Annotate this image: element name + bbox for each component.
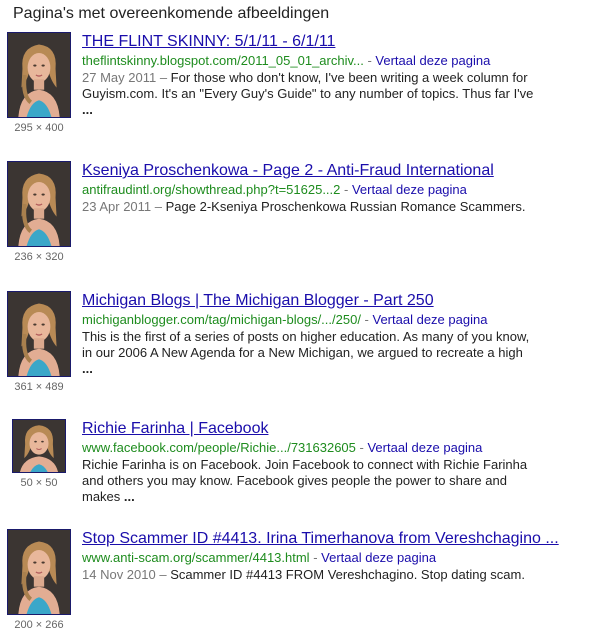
result-date: 14 Nov 2010 <box>82 567 156 582</box>
result-snippet: Richie Farinha is on Facebook. Join Face… <box>82 457 537 505</box>
ellipsis: ... <box>120 489 135 504</box>
thumbnail-image[interactable] <box>12 419 66 473</box>
translate-link[interactable]: Vertaal deze pagina <box>352 182 467 197</box>
result-title-link[interactable]: Stop Scammer ID #4413. Irina Timerhanova… <box>82 529 592 548</box>
result-snippet: 23 Apr 2011 – Page 2-Kseniya Proschenkow… <box>82 199 537 215</box>
snippet-text: Richie Farinha is on Facebook. Join Face… <box>82 457 528 504</box>
page-heading: Pagina's met overeenkomende afbeeldingen <box>13 5 330 22</box>
result-title-link[interactable]: Kseniya Proschenkowa - Page 2 - Anti-Fra… <box>82 161 592 180</box>
thumbnail-container: 200 × 266 <box>0 529 78 631</box>
result-url: theflintskinny.blogspot.com/2011_05_01_a… <box>82 53 364 68</box>
result-title-link[interactable]: THE FLINT SKINNY: 5/1/11 - 6/1/11 <box>82 32 592 51</box>
date-separator: – <box>151 199 166 214</box>
image-dimensions: 200 × 266 <box>14 619 64 631</box>
snippet-text: Page 2-Kseniya Proschenkowa Russian Roma… <box>165 199 526 214</box>
thumbnail-image[interactable] <box>7 32 71 118</box>
date-separator: – <box>155 567 171 582</box>
separator: - <box>363 53 376 68</box>
snippet-text: Scammer ID #4413 FROM Vereshchagino. Sto… <box>170 567 525 582</box>
image-dimensions: 50 × 50 <box>20 477 58 489</box>
result-date: 27 May 2011 <box>82 70 157 85</box>
image-dimensions: 295 × 400 <box>14 122 64 134</box>
translate-link[interactable]: Vertaal deze pagina <box>321 550 436 565</box>
thumbnail-container: 50 × 50 <box>0 419 78 489</box>
ellipsis: ... <box>82 102 93 117</box>
separator: - <box>340 182 352 197</box>
translate-link[interactable]: Vertaal deze pagina <box>373 312 488 327</box>
result-title-link[interactable]: Michigan Blogs | The Michigan Blogger - … <box>82 291 592 310</box>
image-dimensions: 236 × 320 <box>14 251 64 263</box>
url-line: michiganblogger.com/tag/michigan-blogs/.… <box>82 311 592 329</box>
result-url: www.facebook.com/people/Richie.../731632… <box>82 440 356 455</box>
result-snippet: This is the first of a series of posts o… <box>82 329 537 377</box>
thumbnail-container: 295 × 400 <box>0 32 78 134</box>
thumbnail-container: 361 × 489 <box>0 291 78 393</box>
result-snippet: 27 May 2011 – For those who don't know, … <box>82 70 537 118</box>
result-url: www.anti-scam.org/scammer/4413.html <box>82 550 310 565</box>
date-separator: – <box>156 70 171 85</box>
url-line: antifraudintl.org/showthread.php?t=51625… <box>82 181 592 199</box>
image-dimensions: 361 × 489 <box>14 381 64 393</box>
url-line: www.facebook.com/people/Richie.../731632… <box>82 439 592 457</box>
result-url: antifraudintl.org/showthread.php?t=51625… <box>82 182 341 197</box>
result-url: michiganblogger.com/tag/michigan-blogs/.… <box>82 312 361 327</box>
thumbnail-image[interactable] <box>7 529 71 615</box>
thumbnail-image[interactable] <box>7 161 71 247</box>
thumbnail-container: 236 × 320 <box>0 161 78 263</box>
url-line: www.anti-scam.org/scammer/4413.html - Ve… <box>82 549 592 567</box>
translate-link[interactable]: Vertaal deze pagina <box>367 440 482 455</box>
separator: - <box>309 550 322 565</box>
result-date: 23 Apr 2011 <box>82 199 152 214</box>
separator: - <box>360 312 373 327</box>
snippet-text: This is the first of a series of posts o… <box>82 329 530 360</box>
translate-link[interactable]: Vertaal deze pagina <box>375 53 490 68</box>
result-snippet: 14 Nov 2010 – Scammer ID #4413 FROM Vere… <box>82 567 537 583</box>
separator: - <box>355 440 368 455</box>
url-line: theflintskinny.blogspot.com/2011_05_01_a… <box>82 52 592 70</box>
ellipsis: ... <box>82 361 93 376</box>
thumbnail-image[interactable] <box>7 291 71 377</box>
result-title-link[interactable]: Richie Farinha | Facebook <box>82 419 592 438</box>
